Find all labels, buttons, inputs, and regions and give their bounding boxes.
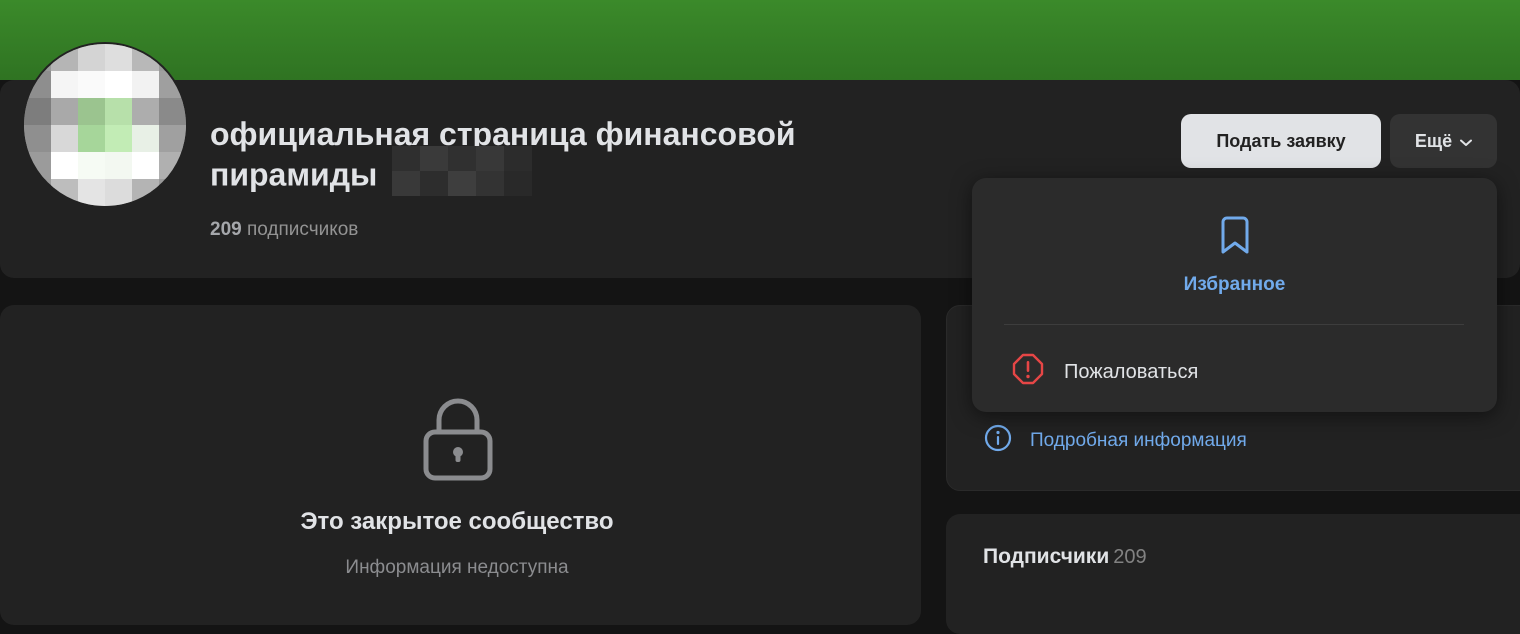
apply-button[interactable]: Подать заявку (1181, 114, 1381, 168)
details-link-label: Подробная информация (1030, 430, 1247, 451)
avatar[interactable] (22, 42, 188, 208)
chevron-down-icon (1460, 131, 1473, 152)
more-button[interactable]: Ещё (1390, 114, 1497, 168)
lock-icon (420, 396, 496, 482)
info-icon (984, 424, 1012, 458)
subscribers-label: подписчиков (246, 219, 359, 240)
warning-icon (1012, 353, 1044, 391)
subscribers-title-count: 209 (1113, 546, 1147, 568)
menu-divider (1004, 324, 1464, 325)
subscribers-card (946, 514, 1520, 634)
cover-image (0, 0, 1520, 80)
closed-subtitle: Информация недоступна (345, 557, 569, 578)
subscribers-count[interactable]: 209 подписчиков (210, 219, 358, 241)
more-dropdown-menu: Избранное Пожаловаться (972, 178, 1497, 412)
report-menu-item[interactable]: Пожаловаться (1012, 353, 1198, 391)
censored-block (392, 146, 533, 196)
report-label: Пожаловаться (1064, 360, 1199, 383)
community-name: официальная страница финансовой пирамиды (210, 116, 890, 202)
favorites-menu-item[interactable]: Избранное (972, 216, 1497, 296)
subscribers-title-label: Подписчики (983, 545, 1110, 568)
bookmark-icon (1217, 216, 1253, 274)
details-link[interactable]: Подробная информация (984, 424, 1247, 458)
favorites-label: Избранное (1183, 274, 1286, 295)
more-button-label: Ещё (1414, 130, 1453, 151)
closed-title: Это закрытое сообщество (300, 508, 614, 535)
subscribers-number: 209 (210, 219, 242, 240)
subscribers-title[interactable]: Подписчики 209 (983, 545, 1147, 569)
